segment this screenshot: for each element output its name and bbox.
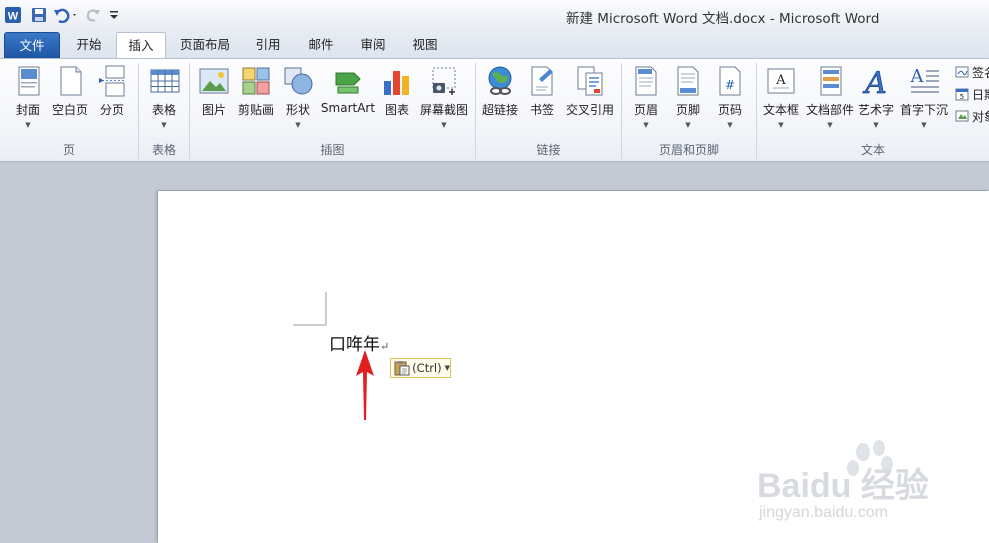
picture-icon <box>199 68 229 94</box>
dropdown-arrow-icon: ▼ <box>921 121 927 129</box>
chart-button[interactable]: 图表 <box>380 63 414 137</box>
clipboard-icon <box>394 361 410 376</box>
tab-insert[interactable]: 插入 <box>116 32 166 60</box>
blank-page-button[interactable]: 空白页 <box>50 63 90 137</box>
footer-button[interactable]: 页脚 ▼ <box>669 63 707 137</box>
tab-file[interactable]: 文件 <box>4 32 60 58</box>
chart-icon <box>384 71 409 95</box>
group-label-links: 链接 <box>536 143 561 157</box>
dropdown-arrow-icon: ▼ <box>25 121 31 129</box>
screenshot-button[interactable]: 屏幕截图 ▼ <box>416 63 472 137</box>
tab-mailings[interactable]: 邮件 <box>296 32 346 58</box>
dropdown-arrow-icon: ▼ <box>295 121 301 129</box>
picture-button[interactable]: 图片 <box>195 63 233 137</box>
hyperlink-icon <box>488 66 512 95</box>
smartart-icon <box>335 72 361 94</box>
window-title: 新建 Microsoft Word 文档.docx - Microsoft Wo… <box>566 11 880 27</box>
dropdown-arrow-icon: ▼ <box>778 121 784 129</box>
page-break-icon <box>99 65 126 97</box>
calendar-icon: 5 <box>955 88 969 101</box>
footer-icon <box>677 66 699 96</box>
signature-icon <box>955 66 969 78</box>
table-button[interactable]: 表格 ▼ <box>144 63 184 137</box>
svg-text:W: W <box>8 11 19 23</box>
bookmark-button[interactable]: 书签 <box>525 63 559 137</box>
tab-page-layout[interactable]: 页面布局 <box>172 32 238 58</box>
paragraph-mark: ↵ <box>380 340 390 353</box>
cover-page-icon <box>18 66 40 96</box>
watermark-url: jingyan.baidu.com <box>759 504 888 521</box>
title-bar: W 新建 Microsoft Word 文档.docx - Microsoft … <box>0 0 989 30</box>
cross-reference-button[interactable]: 交叉引用 <box>563 63 617 137</box>
svg-text:A: A <box>910 66 925 87</box>
text-box-button[interactable]: A 文本框 ▼ <box>761 63 801 137</box>
quick-parts-button[interactable]: 文档部件 ▼ <box>804 63 856 137</box>
dropdown-arrow-icon: ▼ <box>827 121 833 129</box>
annotation-arrow <box>356 350 374 420</box>
group-label-text: 文本 <box>860 143 885 157</box>
redo-icon[interactable] <box>86 6 102 24</box>
tab-references[interactable]: 引用 <box>244 32 292 58</box>
group-label-illustrations: 插图 <box>320 143 345 157</box>
bookmark-icon <box>531 66 553 96</box>
watermark-brand: Baidu 经验 <box>757 467 929 505</box>
ribbon-tabs: 文件 开始 插入 页面布局 引用 邮件 审阅 视图 <box>0 30 989 60</box>
svg-text:A: A <box>862 66 887 97</box>
date-time-button[interactable]: 5 日期 <box>955 85 989 103</box>
group-label-pages: 页 <box>62 143 75 157</box>
quick-parts-icon <box>820 66 842 96</box>
table-icon <box>150 69 180 93</box>
dropdown-arrow-icon: ▼ <box>685 121 691 129</box>
svg-text:#: # <box>725 78 735 92</box>
svg-text:A: A <box>775 73 786 88</box>
dropdown-arrow-icon: ▼ <box>444 364 450 372</box>
undo-icon[interactable] <box>52 6 80 24</box>
object-icon <box>955 110 969 122</box>
page-number-button[interactable]: # 页码 ▼ <box>711 63 749 137</box>
word-logo-icon[interactable]: W <box>4 6 22 24</box>
customize-icon[interactable] <box>108 6 120 24</box>
save-icon[interactable] <box>30 6 48 24</box>
shapes-icon <box>284 67 313 95</box>
dropdown-arrow-icon: ▼ <box>441 121 447 129</box>
screenshot-icon <box>432 67 456 95</box>
text-box-icon: A <box>767 68 795 94</box>
blank-page-icon <box>60 66 82 96</box>
dropdown-arrow-icon: ▼ <box>643 121 649 129</box>
paste-options-button[interactable]: (Ctrl) ▼ <box>390 358 451 378</box>
dropdown-arrow-icon: ▼ <box>873 121 879 129</box>
header-button[interactable]: 页眉 ▼ <box>627 63 665 137</box>
baidu-watermark: Baidu 经验 jingyan.baidu.com <box>755 440 955 530</box>
tab-home[interactable]: 开始 <box>64 32 114 58</box>
tab-review[interactable]: 审阅 <box>348 32 398 58</box>
ribbon-insert: 封面 ▼ 空白页 分页 页 表格 ▼ 表格 图片 剪贴画 形状 ▼ SmartA… <box>0 58 989 162</box>
drop-cap-icon: A <box>910 66 939 93</box>
clip-art-button[interactable]: 剪贴画 <box>236 63 276 137</box>
drop-cap-button[interactable]: A 首字下沉 ▼ <box>898 63 950 137</box>
margin-corner-mark <box>293 292 327 326</box>
group-label-tables: 表格 <box>151 143 176 157</box>
wordart-icon: A <box>862 66 887 97</box>
page-break-button[interactable]: 分页 <box>94 63 130 137</box>
svg-text:5: 5 <box>960 93 964 101</box>
group-label-header-footer: 页眉和页脚 <box>658 143 719 157</box>
clip-art-icon <box>242 67 270 95</box>
hyperlink-button[interactable]: 超链接 <box>480 63 520 137</box>
dropdown-arrow-icon: ▼ <box>161 121 167 129</box>
page-number-icon: # <box>719 66 741 96</box>
dropdown-arrow-icon: ▼ <box>727 121 733 129</box>
shapes-button[interactable]: 形状 ▼ <box>280 63 316 137</box>
tab-view[interactable]: 视图 <box>400 32 450 58</box>
signature-line-button[interactable]: 签名 <box>955 63 989 81</box>
header-icon <box>635 66 657 96</box>
cover-page-button[interactable]: 封面 ▼ <box>8 63 48 137</box>
smartart-button[interactable]: SmartArt <box>320 63 376 137</box>
object-button[interactable]: 对象 <box>955 107 989 125</box>
cross-reference-icon <box>577 66 603 96</box>
wordart-button[interactable]: A 艺术字 ▼ <box>856 63 896 137</box>
